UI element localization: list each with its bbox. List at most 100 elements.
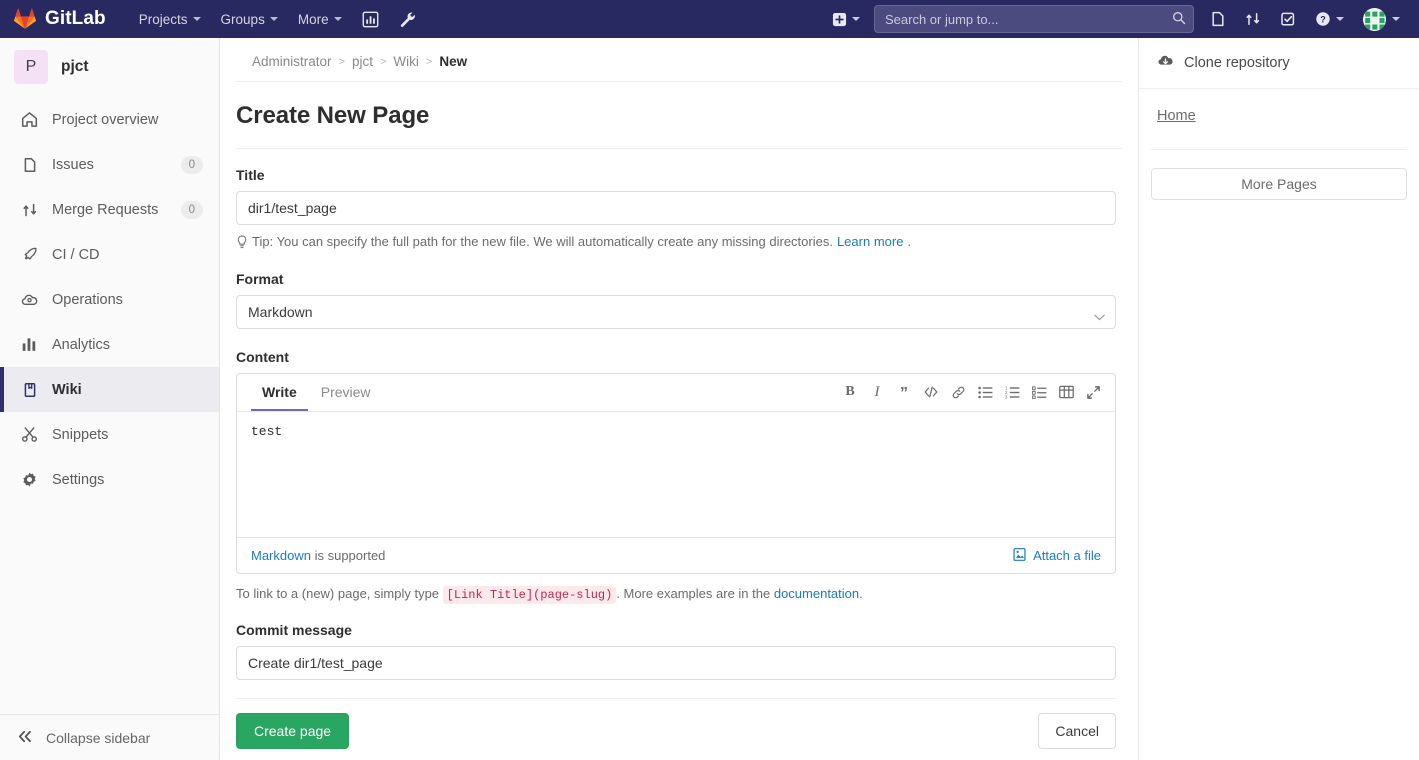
clone-repository-button[interactable]: Clone repository [1139,38,1419,89]
sidebar-item-label: Analytics [52,337,203,353]
project-avatar: P [14,50,48,84]
link-help-middle: . More examples are in the [616,586,770,601]
nav-projects-label: Projects [139,12,188,27]
collapse-sidebar-button[interactable]: Collapse sidebar [0,714,219,760]
format-select-value: Markdown [248,304,313,320]
markdown-support-note: Markdown is supported [251,548,385,563]
task-list-icon[interactable] [1026,381,1052,403]
learn-more-link[interactable]: Learn more [837,234,903,249]
nav-more[interactable]: More [289,4,351,35]
nav-groups-label: Groups [221,12,265,27]
cancel-button[interactable]: Cancel [1038,713,1116,749]
code-icon[interactable] [918,381,944,403]
attach-file-icon [1012,547,1027,565]
sidebar-item-analytics[interactable]: Analytics [0,322,219,367]
sidebar-item-merge-requests[interactable]: Merge Requests 0 [0,187,219,232]
chevron-down-icon [1336,17,1344,21]
quote-icon[interactable]: ” [891,381,917,403]
project-name: pjct [61,58,89,76]
wrench-icon [399,11,416,28]
chart-bar-icon [21,336,38,353]
breadcrumb-item-wiki[interactable]: Wiki [393,54,419,69]
scissors-icon [21,426,38,443]
more-pages-button[interactable]: More Pages [1151,168,1407,200]
new-item-button[interactable] [823,5,869,34]
format-field-label: Format [236,271,1122,287]
sidebar-item-operations[interactable]: Operations [0,277,219,322]
sidebar-item-project-overview[interactable]: Project overview [0,97,219,142]
editor-tabs: Write Preview [251,373,382,411]
sidebar-item-settings[interactable]: Settings [0,457,219,502]
nav-help-button[interactable]: ? [1306,4,1353,34]
tab-preview[interactable]: Preview [310,373,382,411]
markdown-link[interactable]: Markdown [251,548,311,563]
nav-analytics-button[interactable] [353,4,388,35]
table-icon[interactable] [1053,381,1079,403]
markdown-editor: Write Preview B I ” [236,373,1116,574]
attach-file-button[interactable]: Attach a file [1012,547,1101,565]
sidebar-item-ci-cd[interactable]: CI / CD [0,232,219,277]
wiki-page-home[interactable]: Home [1157,105,1401,127]
rocket-icon [21,246,38,263]
tab-write[interactable]: Write [251,373,308,411]
format-select[interactable]: Markdown [236,295,1116,329]
issues-count-badge: 0 [181,156,203,174]
create-page-button[interactable]: Create page [236,713,349,749]
nav-issues-button[interactable] [1201,4,1235,34]
nav-merge-requests-button[interactable] [1236,4,1270,34]
nav-groups[interactable]: Groups [212,4,287,35]
link-help-text: To link to a (new) page, simply type [Li… [236,586,1122,602]
sidebar-item-label: Merge Requests [52,202,167,218]
numbered-list-icon[interactable]: 123 [999,381,1025,403]
breadcrumb-separator: > [380,56,386,68]
sidebar-item-issues[interactable]: Issues 0 [0,142,219,187]
documentation-link[interactable]: documentation [774,586,859,601]
right-sidebar-divider [1151,149,1407,150]
user-menu-button[interactable] [1354,1,1409,38]
breadcrumb-item-administrator[interactable]: Administrator [252,54,332,69]
chevron-double-left-icon [17,730,33,746]
sidebar-item-label: Project overview [52,112,203,128]
cloud-gear-icon [21,291,38,308]
editor-footer: Markdown is supported Attach a file [237,537,1115,573]
main-content: Administrator > pjct > Wiki > New Create… [220,38,1138,760]
analytics-chart-icon [362,11,379,28]
format-select-wrapper: Markdown [236,295,1116,329]
issues-icon [1210,11,1226,27]
nav-more-label: More [298,12,329,27]
bullet-list-icon[interactable] [972,381,998,403]
fullscreen-icon[interactable] [1080,381,1106,403]
chevron-down-icon [852,17,860,21]
gitlab-logo-link[interactable]: GitLab [0,8,106,30]
title-field-label: Title [236,167,1122,183]
sidebar-item-wiki[interactable]: Wiki [0,367,219,412]
chevron-down-icon [193,17,201,21]
editor-toolbar: B I ” 123 [837,381,1106,411]
link-help-prefix: To link to a (new) page, simply type [236,586,439,601]
commit-message-input[interactable] [236,646,1116,680]
merge-requests-icon [21,201,38,218]
nav-todos-button[interactable] [1271,4,1305,34]
breadcrumb-separator: > [339,56,345,68]
breadcrumb-item-pjct[interactable]: pjct [352,54,373,69]
content-textarea[interactable]: test [237,412,1115,537]
title-tip-text: Tip: You can specify the full path for t… [252,234,833,249]
content-field-label: Content [236,349,1122,365]
nav-admin-wrench-button[interactable] [390,4,425,35]
create-wiki-page-form: Title Tip: You can specify the full path… [220,149,1138,749]
italic-icon[interactable]: I [864,381,890,403]
search-input[interactable] [874,5,1194,33]
book-icon [21,381,38,398]
sidebar-nav-list: Project overview Issues 0 Merge Requests… [0,97,219,502]
title-input[interactable] [236,191,1116,225]
project-sidebar: P pjct Project overview Issues 0 Merge R [0,38,220,760]
project-header-link[interactable]: P pjct [0,38,219,97]
link-icon[interactable] [945,381,971,403]
sidebar-item-label: Snippets [52,427,203,443]
bold-icon[interactable]: B [837,381,863,403]
top-navbar: GitLab Projects Groups More [0,0,1419,38]
lightbulb-icon [236,235,248,252]
nav-projects[interactable]: Projects [130,4,210,35]
sidebar-item-snippets[interactable]: Snippets [0,412,219,457]
title-tip: Tip: You can specify the full path for t… [236,234,1122,252]
